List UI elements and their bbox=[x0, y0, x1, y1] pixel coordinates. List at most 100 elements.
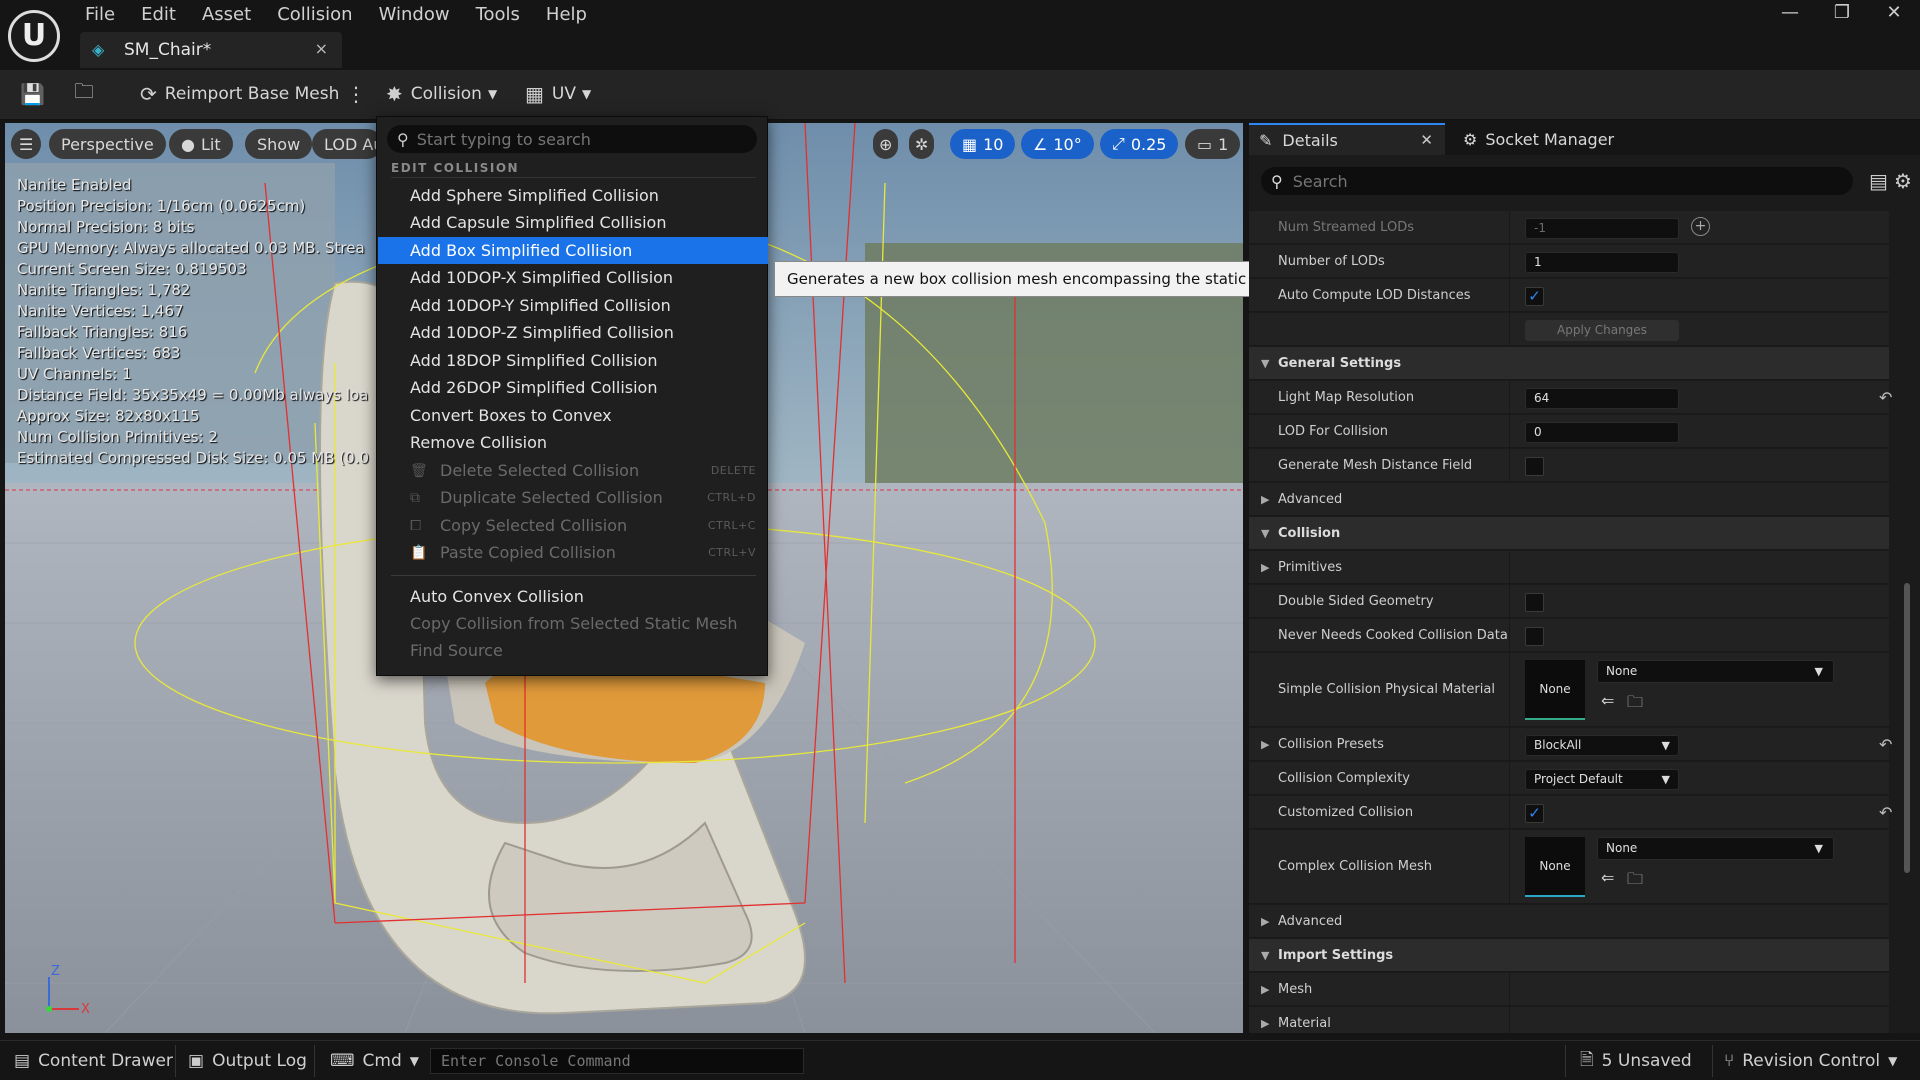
reset-arrow-icon[interactable]: ↶ bbox=[1879, 728, 1892, 761]
use-selected-icon[interactable]: ⇐ bbox=[1601, 868, 1614, 887]
reimport-button[interactable]: ⟳ Reimport Base Mesh bbox=[140, 78, 339, 110]
console-input[interactable]: Enter Console Command bbox=[430, 1048, 804, 1074]
unsaved-button[interactable]: 🗎 5 Unsaved bbox=[1580, 1041, 1692, 1080]
menu-item-delete-selected[interactable]: 🗑 Delete Selected Collision DELETE bbox=[378, 457, 768, 484]
add-circle-icon[interactable]: + bbox=[1691, 217, 1710, 236]
menu-item-auto-convex[interactable]: Auto Convex Collision bbox=[378, 583, 768, 610]
details-search-input[interactable] bbox=[1292, 171, 1833, 191]
never-cooked-checkbox[interactable] bbox=[1525, 627, 1544, 646]
minimize-button[interactable]: — bbox=[1765, 2, 1815, 23]
menu-item-convert-boxes[interactable]: Convert Boxes to Convex bbox=[378, 402, 768, 429]
dropdown-search[interactable]: ⚲ bbox=[387, 125, 757, 153]
details-search[interactable]: ⚲ bbox=[1261, 167, 1853, 195]
light-map-resolution-field[interactable]: 64 bbox=[1525, 388, 1679, 409]
content-drawer-button[interactable]: ▤ Content Drawer bbox=[14, 1041, 173, 1080]
menu-collision[interactable]: Collision bbox=[264, 4, 365, 26]
tab-socket-manager[interactable]: ⚙ Socket Manager bbox=[1455, 123, 1614, 155]
reset-arrow-icon[interactable]: ↶ bbox=[1879, 381, 1892, 414]
camera-speed-button[interactable]: ▭ 1 bbox=[1185, 129, 1241, 159]
menu-item-add-10dop-x[interactable]: Add 10DOP-X Simplified Collision bbox=[378, 264, 768, 291]
complex-mesh-thumbnail[interactable]: None bbox=[1525, 837, 1585, 897]
category-general-settings[interactable]: ▼ General Settings bbox=[1249, 347, 1889, 380]
menu-item-add-sphere[interactable]: Add Sphere Simplified Collision bbox=[378, 182, 768, 209]
tab-details[interactable]: ✎ Details ✕ bbox=[1249, 123, 1445, 155]
category-collision[interactable]: ▼ Collision bbox=[1249, 517, 1889, 550]
section-header: EDIT COLLISION bbox=[391, 161, 756, 178]
menu-item-remove-collision[interactable]: Remove Collision bbox=[378, 429, 768, 456]
menu-file[interactable]: File bbox=[72, 4, 128, 26]
dropdown-search-input[interactable] bbox=[416, 129, 737, 149]
apply-changes-button[interactable]: Apply Changes bbox=[1525, 320, 1679, 341]
menu-item-find-source[interactable]: Find Source bbox=[378, 637, 768, 664]
menu-item-add-18dop[interactable]: Add 18DOP Simplified Collision bbox=[378, 347, 768, 374]
rotate-icon[interactable]: ✲ bbox=[909, 129, 935, 159]
menu-edit[interactable]: Edit bbox=[128, 4, 189, 26]
menu-item-copy-from-selected[interactable]: Copy Collision from Selected Static Mesh bbox=[378, 610, 768, 637]
close-icon[interactable]: ✕ bbox=[1420, 131, 1433, 149]
menu-item-add-10dop-y[interactable]: Add 10DOP-Y Simplified Collision bbox=[378, 292, 768, 319]
menu-item-paste-copied[interactable]: 📋 Paste Copied Collision CTRL+V bbox=[378, 539, 768, 566]
scale-snap-button[interactable]: ⤢ 0.25 bbox=[1100, 129, 1179, 159]
menu-item-add-box[interactable]: Add Box Simplified Collision bbox=[378, 237, 768, 264]
double-sided-checkbox[interactable] bbox=[1525, 593, 1544, 612]
physical-material-thumbnail[interactable]: None bbox=[1525, 660, 1585, 720]
menu-item-add-26dop[interactable]: Add 26DOP Simplified Collision bbox=[378, 374, 768, 401]
physical-material-combo[interactable]: None ▼ bbox=[1597, 660, 1834, 683]
asset-tab[interactable]: ◈ SM_Chair* × bbox=[80, 32, 342, 68]
browse-folder-icon[interactable]: 🗀 bbox=[1627, 868, 1643, 895]
menu-item-copy-selected[interactable]: ⧠ Copy Selected Collision CTRL+C bbox=[378, 512, 768, 539]
prop-label: Customized Collision bbox=[1278, 805, 1414, 820]
customized-collision-checkbox[interactable]: ✓ bbox=[1525, 804, 1544, 823]
details-scrollbar[interactable] bbox=[1904, 583, 1910, 873]
uv-menu-button[interactable]: ▦ UV ▼ bbox=[525, 78, 591, 110]
menu-item-add-10dop-z[interactable]: Add 10DOP-Z Simplified Collision bbox=[378, 319, 768, 346]
close-window-button[interactable]: ✕ bbox=[1869, 2, 1919, 23]
table-view-icon[interactable]: ▤ bbox=[1869, 169, 1888, 193]
menu-window[interactable]: Window bbox=[366, 4, 463, 26]
menu-tools[interactable]: Tools bbox=[463, 4, 533, 26]
menu-item-add-capsule[interactable]: Add Capsule Simplified Collision bbox=[378, 209, 768, 236]
cmd-button[interactable]: ⌨ Cmd ▼ bbox=[330, 1041, 419, 1080]
menu-asset[interactable]: Asset bbox=[189, 4, 264, 26]
stat-line: Nanite Triangles: 1,782 bbox=[17, 281, 191, 299]
output-log-button[interactable]: ▣ Output Log bbox=[188, 1041, 307, 1080]
revision-control-button[interactable]: ⑂ Revision Control ▼ bbox=[1724, 1041, 1897, 1080]
restore-button[interactable]: ❐ bbox=[1817, 2, 1867, 23]
browse-button[interactable]: 🗀 bbox=[74, 78, 102, 110]
browse-folder-icon[interactable]: 🗀 bbox=[1627, 691, 1643, 718]
angle-snap-button[interactable]: ∠ 10° bbox=[1021, 129, 1094, 159]
use-selected-icon[interactable]: ⇐ bbox=[1601, 691, 1614, 710]
lit-button[interactable]: ● Lit bbox=[169, 129, 233, 159]
advanced-expander[interactable]: ▶ Advanced bbox=[1249, 483, 1889, 516]
viewport-menu-icon[interactable]: ☰ bbox=[11, 129, 41, 159]
advanced-expander[interactable]: ▶ Advanced bbox=[1249, 905, 1889, 938]
menu-item-duplicate-selected[interactable]: ⧉ Duplicate Selected Collision CTRL+D bbox=[378, 484, 768, 511]
collision-menu-button[interactable]: ✸ Collision ▼ bbox=[386, 78, 497, 110]
category-import-settings[interactable]: ▼ Import Settings bbox=[1249, 939, 1889, 972]
collision-presets-combo[interactable]: BlockAll ▼ bbox=[1525, 735, 1679, 756]
close-tab-icon[interactable]: × bbox=[315, 39, 328, 58]
lod-for-collision-field[interactable]: 0 bbox=[1525, 422, 1679, 443]
collision-complexity-combo[interactable]: Project Default ▼ bbox=[1525, 769, 1679, 790]
settings-gear-icon[interactable]: ⚙ bbox=[1894, 169, 1912, 193]
unreal-logo[interactable]: U bbox=[8, 10, 60, 62]
material-expander[interactable]: ▶ Material bbox=[1249, 1007, 1889, 1033]
grid-snap-button[interactable]: ▦ 10 bbox=[950, 129, 1016, 159]
save-button[interactable]: 💾 bbox=[20, 78, 53, 110]
primitives-expander[interactable]: ▶ Primitives bbox=[1249, 551, 1889, 584]
prop-label: Generate Mesh Distance Field bbox=[1278, 458, 1473, 473]
num-streamed-lods-field[interactable]: -1 bbox=[1525, 218, 1679, 239]
mesh-expander[interactable]: ▶ Mesh bbox=[1249, 973, 1889, 1006]
chevron-right-icon[interactable]: ▶ bbox=[1261, 728, 1269, 761]
reset-arrow-icon[interactable]: ↶ bbox=[1879, 796, 1892, 829]
auto-compute-lod-checkbox[interactable]: ✓ bbox=[1525, 287, 1544, 306]
generate-distance-field-checkbox[interactable] bbox=[1525, 457, 1544, 476]
more-options-icon[interactable]: ⋮ bbox=[346, 78, 374, 110]
number-of-lods-field[interactable]: 1 bbox=[1525, 252, 1679, 273]
lod-button[interactable]: LOD Au bbox=[312, 129, 383, 159]
perspective-button[interactable]: Perspective bbox=[49, 129, 166, 159]
menu-help[interactable]: Help bbox=[533, 4, 600, 26]
translate-icon[interactable]: ⊕ bbox=[873, 129, 899, 159]
complex-mesh-combo[interactable]: None ▼ bbox=[1597, 837, 1834, 860]
show-button[interactable]: Show bbox=[245, 129, 313, 159]
